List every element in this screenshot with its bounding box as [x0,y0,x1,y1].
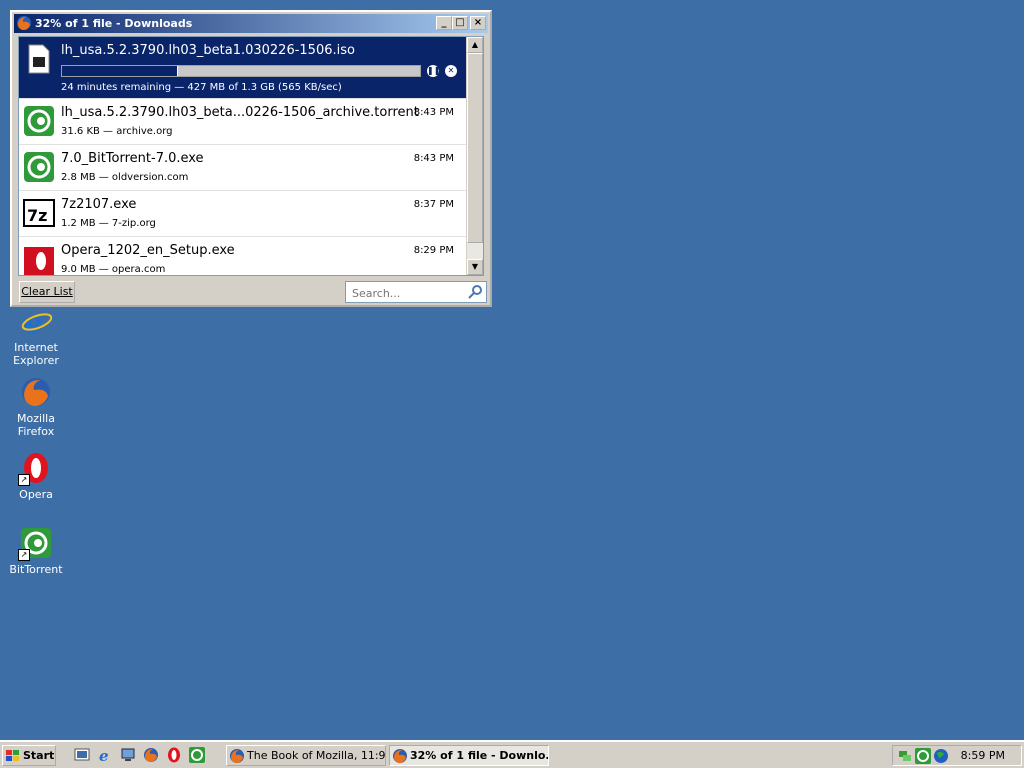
desktop-icon-opera[interactable]: ↗ Opera [0,452,72,501]
bittorrent-icon [23,151,55,183]
download-time: 8:37 PM [413,199,454,210]
bittorrent-icon [23,105,55,137]
download-filename: lh_usa.5.2.3790.lh03_beta1.030226-1506.i… [61,43,355,58]
system-tray: 8:59 PM [892,745,1022,766]
download-meta: 2.8 MB — oldversion.com [61,172,189,183]
cancel-download-button[interactable]: ✕ [445,65,457,77]
shortcut-arrow-icon: ↗ [18,549,30,561]
search-input[interactable] [350,283,464,303]
internet-explorer-icon[interactable]: e [97,747,113,765]
firefox-icon [229,748,245,764]
scroll-thumb[interactable] [467,53,483,243]
minimize-button[interactable]: _ [436,16,452,30]
download-item[interactable]: 7z 7z2107.exe 8:37 PM 1.2 MB — 7-zip.org [19,191,468,237]
clear-list-button[interactable]: Clear List [19,281,75,303]
search-icon[interactable] [467,284,483,300]
window-title: 32% of 1 file - Downloads [35,17,193,30]
firefox-icon [16,15,32,31]
desktop-icon-mozilla-firefox[interactable]: Mozilla Firefox [0,376,72,438]
bittorrent-icon: ↗ [18,527,52,561]
desktop-icon-label: Mozilla Firefox [17,412,55,438]
taskbar-task-active[interactable]: 32% of 1 file - Downlo... [389,745,549,766]
task-label: The Book of Mozilla, 11:9 ... [247,749,386,762]
opera-icon[interactable] [166,747,182,763]
show-desktop-icon[interactable] [74,747,90,763]
vertical-scrollbar[interactable]: ▲ ▼ [466,37,483,275]
globe-tray-icon[interactable] [933,748,949,764]
svg-text:e: e [99,747,109,763]
search-box [345,281,487,303]
taskbar-task[interactable]: The Book of Mozilla, 11:9 ... [226,745,386,766]
download-time: 8:43 PM [413,107,454,118]
download-item-active[interactable]: lh_usa.5.2.3790.lh03_beta1.030226-1506.i… [19,37,468,99]
task-label: 32% of 1 file - Downlo... [410,749,549,762]
iso-file-icon [23,43,55,75]
download-item[interactable]: 7.0_BitTorrent-7.0.exe 8:43 PM 2.8 MB — … [19,145,468,191]
download-time: 8:29 PM [413,245,454,256]
network-tray-icon[interactable] [897,748,913,764]
download-filename: 7.0_BitTorrent-7.0.exe [61,151,204,166]
progress-fill [62,66,178,76]
desktop-icon-internet-explorer[interactable]: e Internet Explorer [0,305,72,367]
downloads-list: lh_usa.5.2.3790.lh03_beta1.030226-1506.i… [18,36,484,276]
taskbar: Start e The Book of Mozilla, 11:9 ... 32… [0,740,1024,768]
download-meta: 9.0 MB — opera.com [61,264,166,275]
desktop-icon-label: BitTorrent [9,563,63,576]
bittorrent-icon[interactable] [189,747,205,763]
pause-button[interactable]: ❚❚ [427,65,440,77]
desktop-icon-bittorrent[interactable]: ↗ BitTorrent [0,527,72,576]
7zip-icon: 7z [23,197,55,229]
shortcut-arrow-icon: ↗ [18,474,30,486]
download-meta: 1.2 MB — 7-zip.org [61,218,156,229]
title-bar[interactable]: 32% of 1 file - Downloads _ □ × [14,14,488,33]
windows-logo-icon [6,749,20,761]
download-progress-bar [61,65,421,77]
svg-text:7z: 7z [27,206,47,225]
network-icon[interactable] [120,747,136,763]
download-filename: 7z2107.exe [61,197,137,212]
close-button[interactable]: × [470,16,486,30]
opera-icon: ↗ [18,452,52,486]
bittorrent-icon[interactable] [915,748,931,764]
scroll-down-arrow-icon[interactable]: ▼ [467,259,483,275]
firefox-icon [392,748,408,764]
download-meta: 31.6 KB — archive.org [61,126,173,137]
firefox-icon [20,376,52,408]
start-label: Start [23,749,55,762]
scroll-up-arrow-icon[interactable]: ▲ [467,37,483,53]
download-item[interactable]: lh_usa.5.2.3790.lh03_beta...0226-1506_ar… [19,99,468,145]
maximize-button[interactable]: □ [452,16,468,30]
download-time: 8:43 PM [413,153,454,164]
desktop-icon-label: Internet Explorer [13,341,59,367]
start-button[interactable]: Start [2,745,56,766]
downloads-window: 32% of 1 file - Downloads _ □ × lh_usa.5… [10,10,492,307]
desktop-icon-label: Opera [19,488,53,501]
download-filename: lh_usa.5.2.3790.lh03_beta...0226-1506_ar… [61,105,419,120]
download-status: 24 minutes remaining — 427 MB of 1.3 GB … [61,82,342,93]
firefox-icon[interactable] [143,747,159,763]
download-filename: Opera_1202_en_Setup.exe [61,243,235,258]
download-item[interactable]: Opera_1202_en_Setup.exe 8:29 PM 9.0 MB —… [19,237,468,275]
internet-explorer-icon: e [20,305,53,341]
opera-icon [23,243,55,275]
clock: 8:59 PM [960,749,1005,762]
